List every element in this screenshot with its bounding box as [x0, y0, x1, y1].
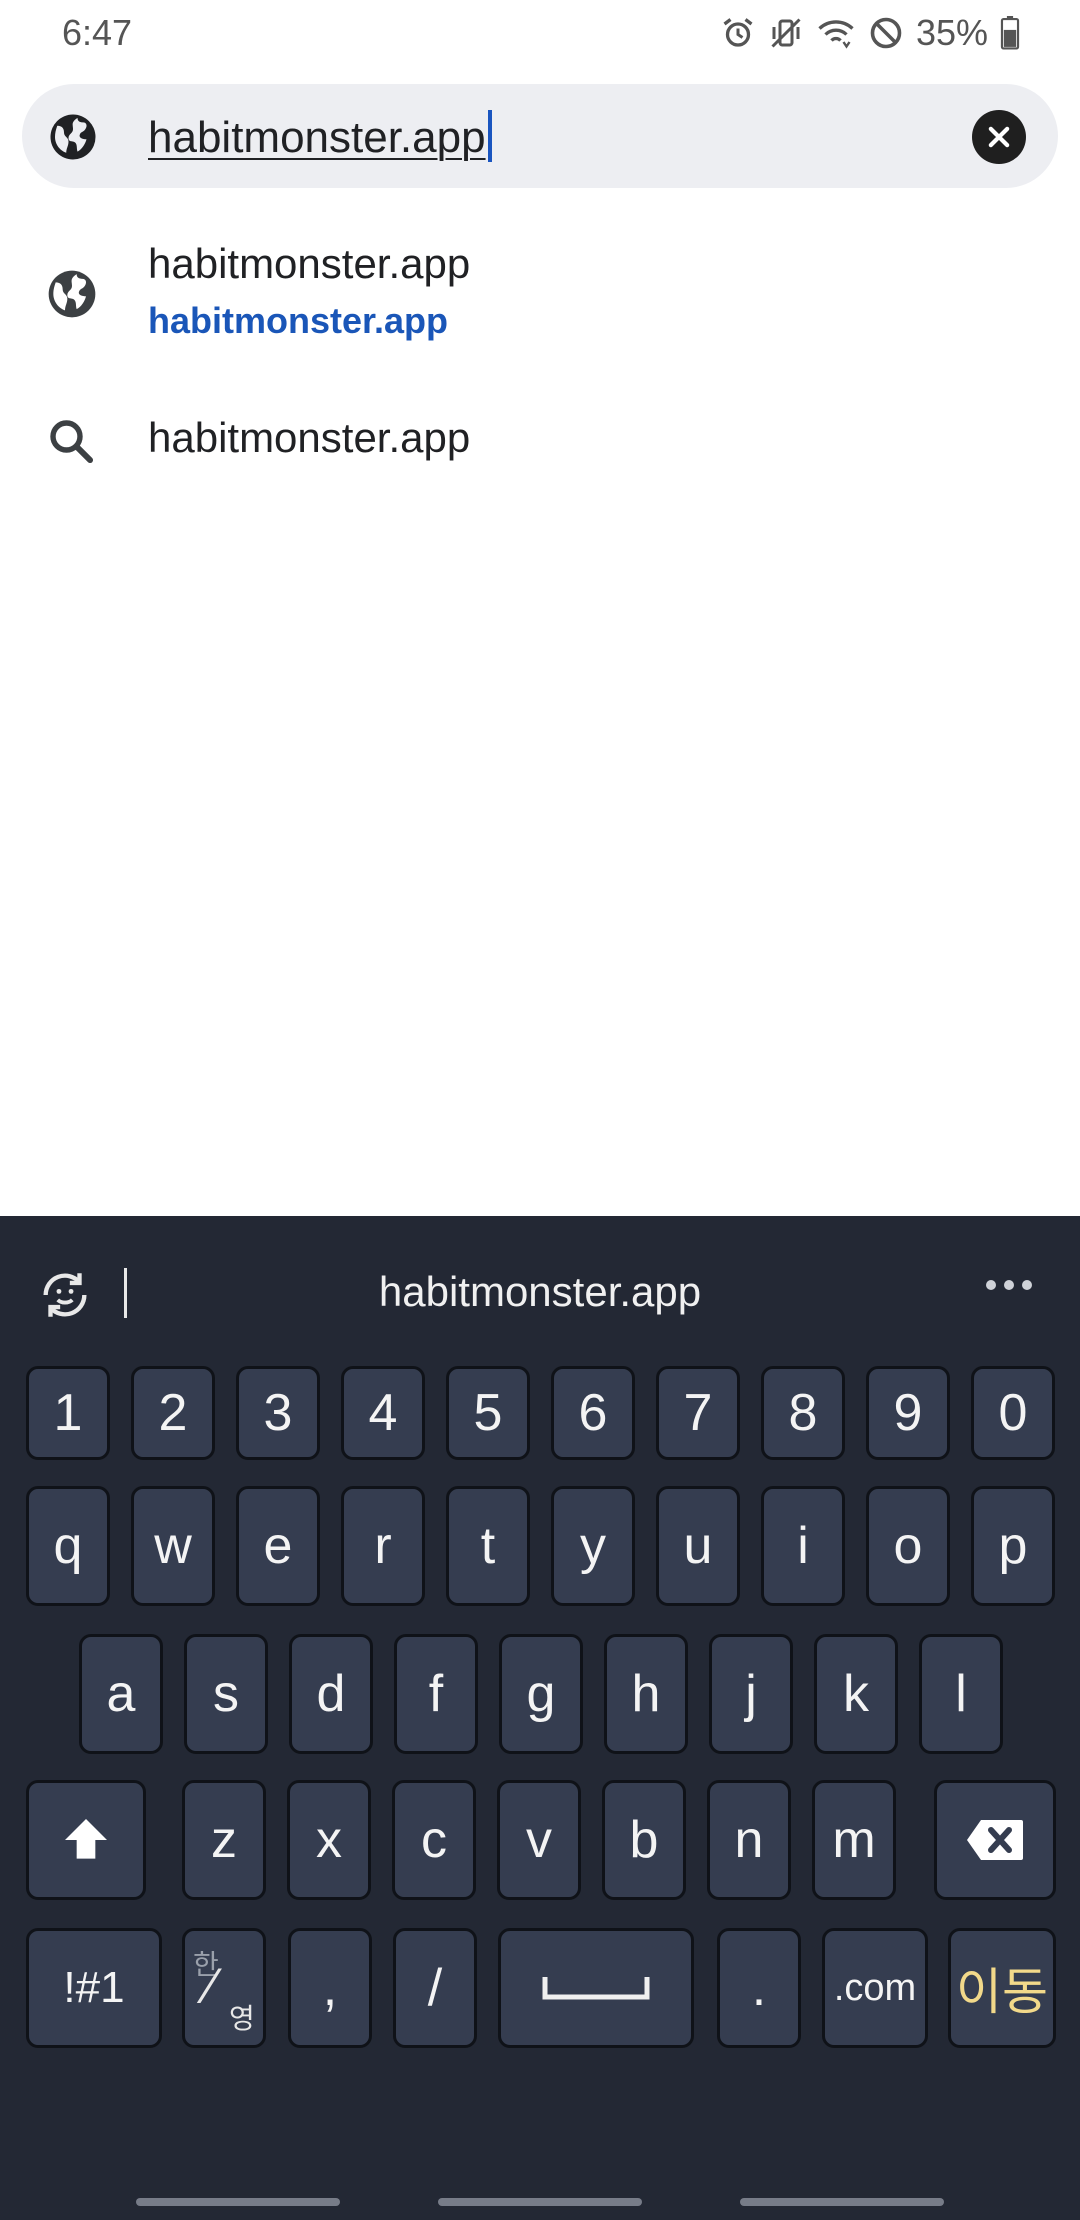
backspace-icon — [967, 1820, 1023, 1860]
letter-key-b[interactable]: b — [602, 1780, 686, 1900]
number-key-4[interactable]: 4 — [341, 1366, 425, 1460]
do-not-disturb-icon — [868, 15, 904, 51]
letter-key-r[interactable]: r — [341, 1486, 425, 1606]
period-key[interactable]: . — [717, 1928, 801, 2048]
search-icon — [44, 414, 98, 473]
letter-key-h[interactable]: h — [604, 1634, 688, 1754]
letter-key-w[interactable]: w — [131, 1486, 215, 1606]
backspace-key[interactable] — [934, 1780, 1056, 1900]
space-bar-icon — [542, 1977, 650, 2000]
battery-level: 35% — [915, 12, 988, 53]
close-icon[interactable] — [972, 110, 1026, 164]
globe-icon — [46, 110, 100, 164]
letter-key-f[interactable]: f — [394, 1634, 478, 1754]
battery-icon — [1000, 16, 1020, 50]
number-key-5[interactable]: 5 — [446, 1366, 530, 1460]
letter-key-l[interactable]: l — [919, 1634, 1003, 1754]
number-key-8[interactable]: 8 — [761, 1366, 845, 1460]
letter-key-o[interactable]: o — [866, 1486, 950, 1606]
keyboard-toolbar: habitmonster.app — [0, 1216, 1080, 1366]
suggestion-url-text: habitmonster.app — [148, 300, 449, 341]
status-bar: 6:47 35% — [0, 0, 1080, 66]
letter-key-u[interactable]: u — [656, 1486, 740, 1606]
language-key-english: 영 — [229, 2003, 255, 2034]
letter-key-k[interactable]: k — [814, 1634, 898, 1754]
suggestion-search[interactable]: habitmonster.app — [0, 400, 1080, 490]
shift-key[interactable] — [26, 1780, 146, 1900]
letter-key-a[interactable]: a — [79, 1634, 163, 1754]
number-key-9[interactable]: 9 — [866, 1366, 950, 1460]
alarm-icon — [720, 15, 756, 51]
keyboard: habitmonster.app !#1 한 ⁄ 영 , / . .com 이동… — [0, 1216, 1080, 2220]
comma-key[interactable]: , — [288, 1928, 372, 2048]
letter-key-p[interactable]: p — [971, 1486, 1055, 1606]
vibrate-icon — [768, 15, 804, 51]
letter-key-m[interactable]: m — [812, 1780, 896, 1900]
suggestion-title: habitmonster.app — [148, 414, 471, 461]
letter-key-s[interactable]: s — [184, 1634, 268, 1754]
suggestion-title: habitmonster.app — [148, 240, 471, 287]
more-icon[interactable] — [986, 1280, 1032, 1290]
letter-key-e[interactable]: e — [236, 1486, 320, 1606]
status-time: 6:47 — [62, 12, 133, 53]
number-key-6[interactable]: 6 — [551, 1366, 635, 1460]
address-input[interactable]: habitmonster.app — [148, 110, 492, 163]
number-key-1[interactable]: 1 — [26, 1366, 110, 1460]
number-key-2[interactable]: 2 — [131, 1366, 215, 1460]
letter-key-j[interactable]: j — [709, 1634, 793, 1754]
letter-key-v[interactable]: v — [497, 1780, 581, 1900]
letter-key-z[interactable]: z — [182, 1780, 266, 1900]
keyboard-suggestion[interactable]: habitmonster.app — [0, 1268, 1080, 1316]
slash-key[interactable]: / — [393, 1928, 477, 2048]
status-icons: 35% — [720, 12, 1020, 54]
address-bar[interactable]: habitmonster.app — [22, 84, 1058, 188]
letter-key-d[interactable]: d — [289, 1634, 373, 1754]
letter-key-i[interactable]: i — [761, 1486, 845, 1606]
go-key[interactable]: 이동 — [948, 1928, 1056, 2048]
letter-key-n[interactable]: n — [707, 1780, 791, 1900]
language-key-slash: ⁄ — [207, 1958, 216, 2014]
number-key-0[interactable]: 0 — [971, 1366, 1055, 1460]
letter-key-c[interactable]: c — [392, 1780, 476, 1900]
letter-key-g[interactable]: g — [499, 1634, 583, 1754]
letter-key-q[interactable]: q — [26, 1486, 110, 1606]
language-key[interactable]: 한 ⁄ 영 — [182, 1928, 266, 2048]
number-key-3[interactable]: 3 — [236, 1366, 320, 1460]
space-key[interactable] — [498, 1928, 694, 2048]
nav-handle[interactable] — [740, 2198, 944, 2206]
shift-arrow-icon — [65, 1819, 107, 1859]
letter-key-y[interactable]: y — [551, 1486, 635, 1606]
address-input-text: habitmonster.app — [148, 113, 486, 162]
suggestion-url[interactable]: habitmonster.app habitmonster.app — [0, 226, 1080, 356]
dotcom-key[interactable]: .com — [822, 1928, 928, 2048]
wifi-icon — [816, 15, 856, 51]
letter-key-t[interactable]: t — [446, 1486, 530, 1606]
nav-handle[interactable] — [136, 2198, 340, 2206]
letter-key-x[interactable]: x — [287, 1780, 371, 1900]
text-cursor — [487, 110, 492, 162]
number-key-7[interactable]: 7 — [656, 1366, 740, 1460]
symbols-key[interactable]: !#1 — [26, 1928, 162, 2048]
globe-icon — [44, 266, 100, 327]
navigation-bar — [0, 2180, 1080, 2220]
nav-handle[interactable] — [438, 2198, 642, 2206]
